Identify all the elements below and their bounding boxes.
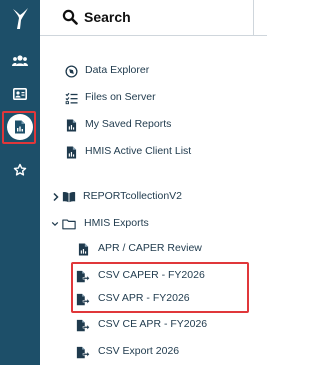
menu-item-label: Files on Server	[85, 91, 156, 103]
report-document-icon	[66, 146, 76, 158]
export-file-icon	[76, 319, 90, 331]
export-item-label: CSV Export 2026	[98, 345, 180, 357]
app-logo[interactable]	[0, 0, 40, 36]
reports-panel: Search Data Explorer Files on Server My …	[40, 0, 267, 365]
export-item-label: APR / CAPER Review	[98, 242, 202, 254]
menu-item-data-explorer[interactable]: Data Explorer	[40, 61, 267, 81]
export-file-icon	[76, 346, 90, 358]
users-icon	[12, 55, 28, 66]
export-item-label: CSV CE APR - FY2026	[98, 318, 208, 330]
rail-highlight-box	[2, 111, 36, 144]
saved-report-icon	[66, 119, 76, 131]
menu-item-label: HMIS Active Client List	[85, 145, 192, 157]
nav-rail	[0, 0, 40, 365]
export-item-apr-caper-review[interactable]: APR / CAPER Review	[40, 239, 267, 259]
menu-item-label: My Saved Reports	[85, 118, 172, 130]
rail-item-favorites[interactable]	[0, 156, 40, 184]
menu-item-hmis-active-client-list[interactable]: HMIS Active Client List	[40, 142, 267, 162]
search-icon	[62, 9, 78, 25]
menu-item-files-on-server[interactable]: Files on Server	[40, 88, 267, 108]
chevron-right-icon[interactable]	[52, 192, 60, 202]
search-bar[interactable]: Search	[40, 0, 267, 36]
rail-item-users[interactable]	[0, 47, 40, 75]
chevron-down-icon[interactable]	[51, 219, 59, 229]
export-item-csv-export-2026[interactable]: CSV Export 2026	[40, 342, 267, 362]
book-icon	[62, 192, 76, 203]
logo-figure-icon	[13, 8, 28, 29]
folder-label: REPORTcollectionV2	[83, 190, 183, 202]
rail-item-id-card[interactable]	[0, 80, 40, 108]
report-document-icon	[78, 243, 88, 255]
search-label: Search	[84, 9, 131, 25]
folder-label: HMIS Exports	[84, 217, 149, 229]
search-divider	[253, 0, 254, 36]
menu-item-my-saved-reports[interactable]: My Saved Reports	[40, 115, 267, 135]
explorer-icon	[64, 64, 78, 78]
highlight-box	[71, 262, 249, 313]
menu-item-label: Data Explorer	[85, 64, 150, 76]
folder-reportcollectionv2[interactable]: REPORTcollectionV2	[40, 187, 267, 207]
star-icon	[13, 163, 27, 176]
folder-hmis-exports[interactable]: HMIS Exports	[40, 214, 267, 234]
checklist-icon	[65, 92, 78, 104]
export-item-csv-ce-apr-fy2026[interactable]: CSV CE APR - FY2026	[40, 315, 267, 335]
id-card-icon	[13, 88, 27, 100]
folder-icon	[62, 219, 76, 230]
